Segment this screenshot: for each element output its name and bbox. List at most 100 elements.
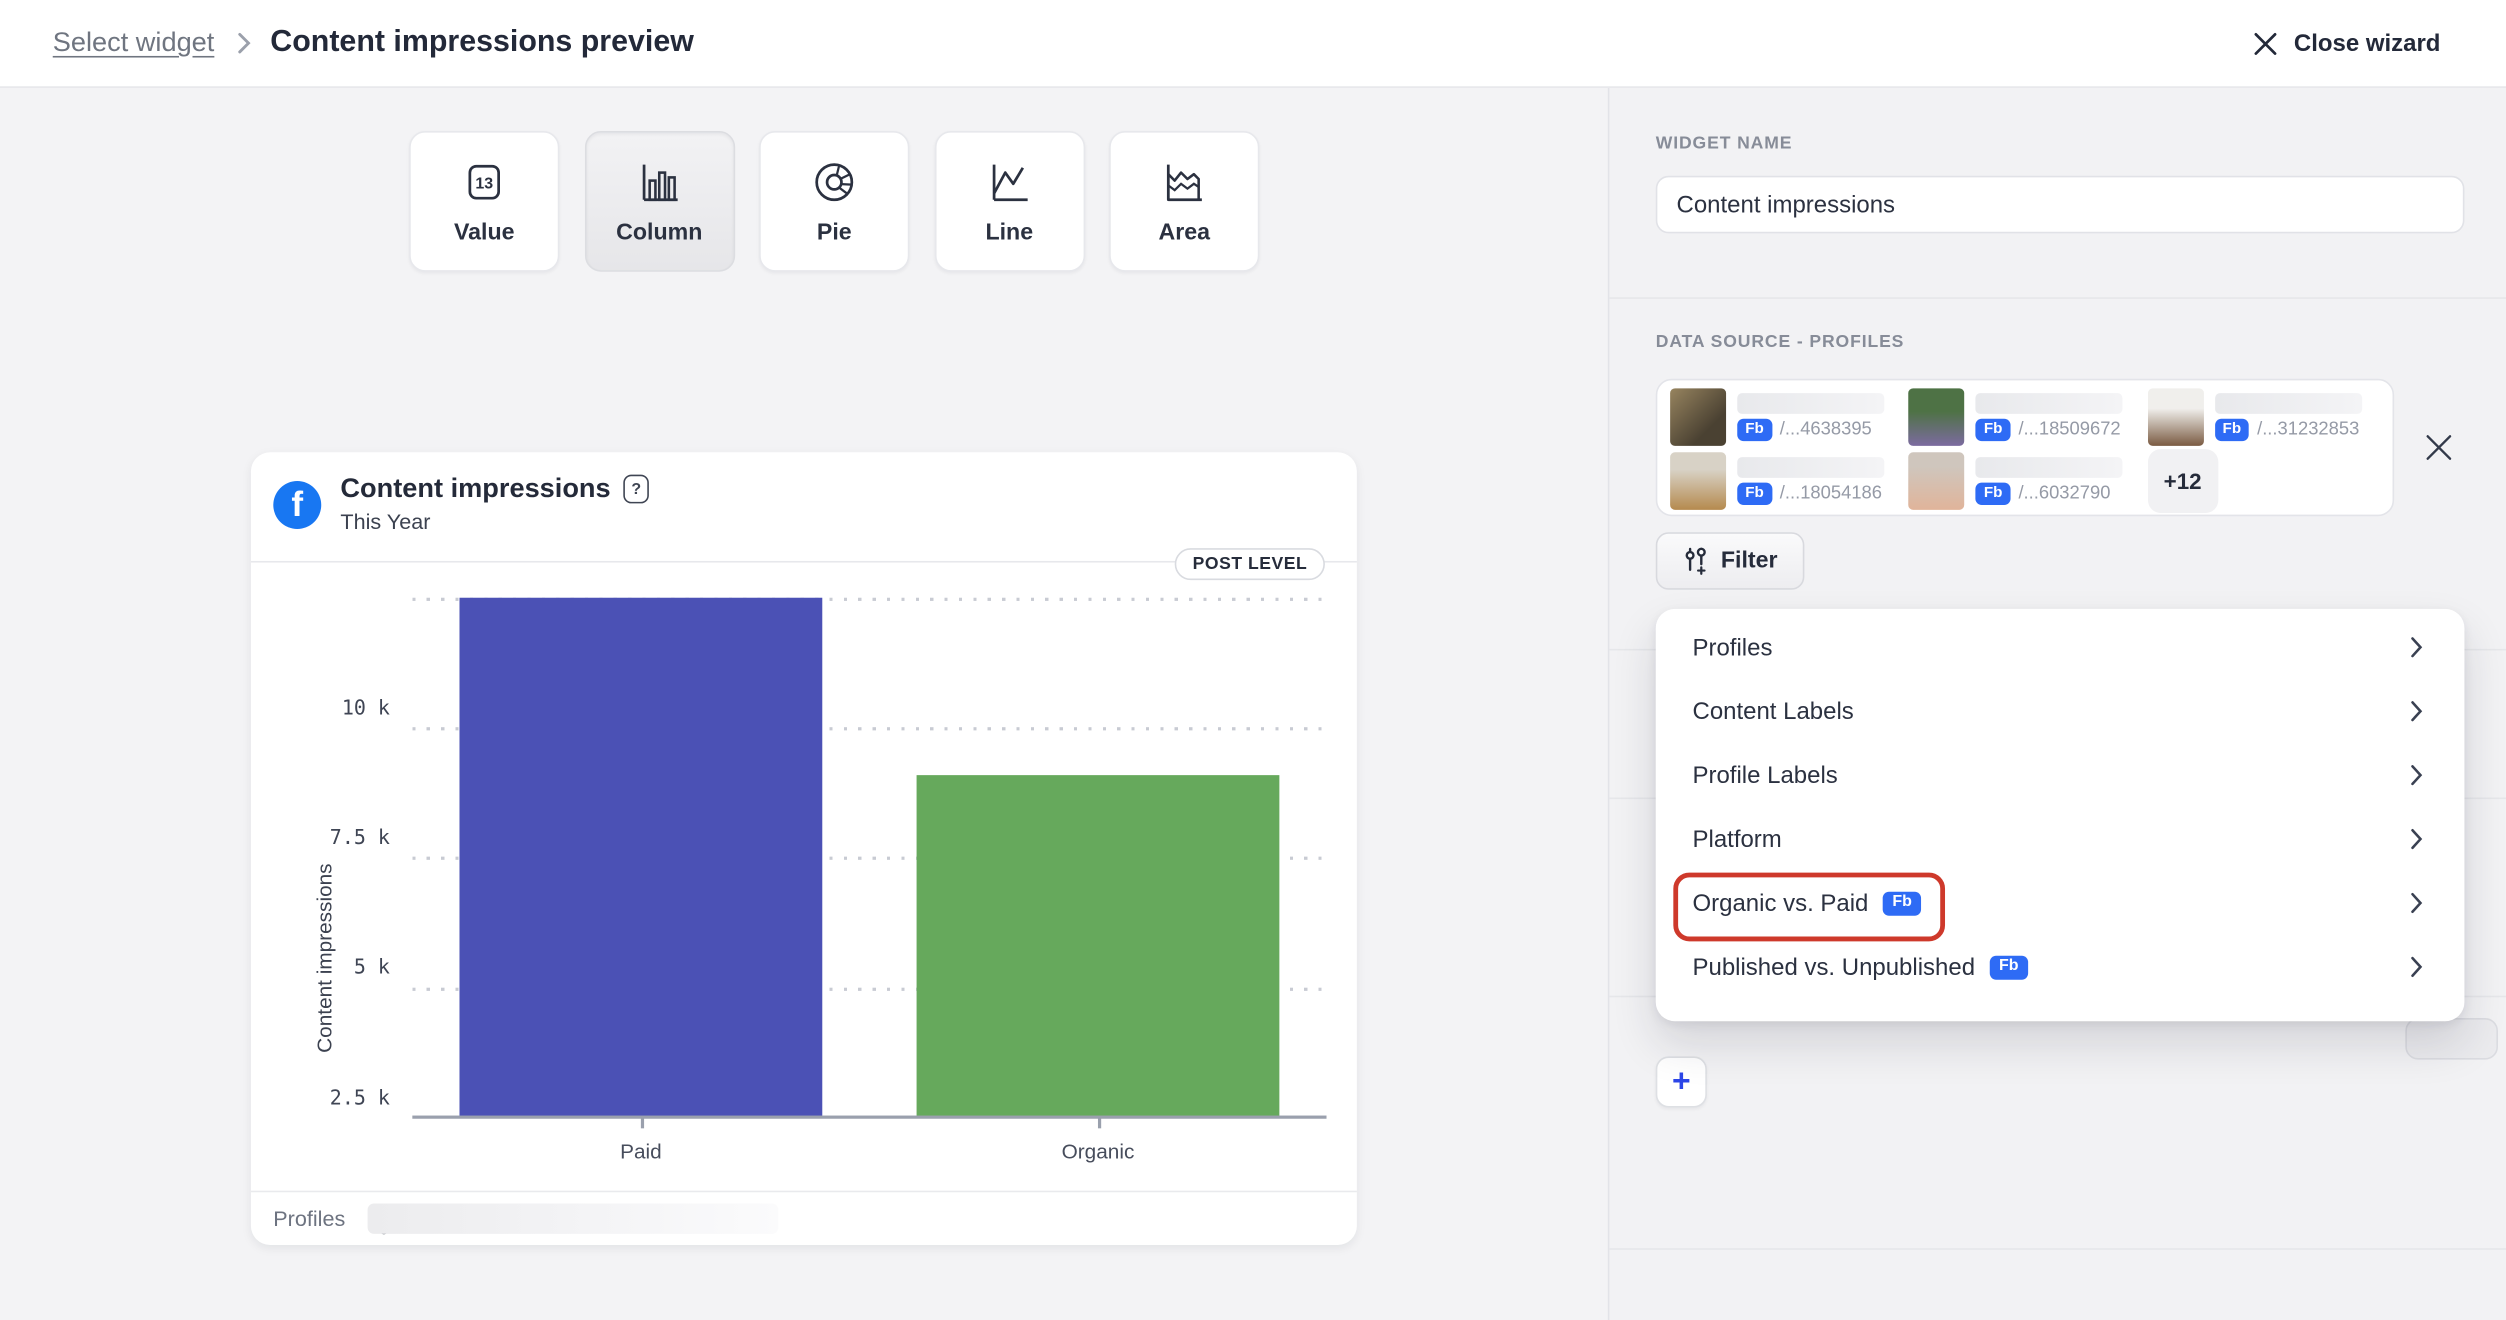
close-icon [2254,31,2278,55]
menu-item-profiles[interactable]: Profiles [1656,615,2465,679]
avatar [2147,388,2203,446]
filter-button-label: Filter [1721,548,1778,574]
facebook-icon: f [273,481,321,529]
x-axis-label: Organic [869,1140,1326,1164]
y-tick-label: 2.5 k [251,1085,390,1109]
widget-wizard-screen: Select widget Content impressions previe… [0,0,2506,1320]
facebook-badge: Fb [2215,419,2250,441]
widget-type-area[interactable]: Area [1109,131,1259,272]
profile-chips-container: Fb /...4638395 Fb /...18509672 Fb /...31232… [1656,379,2394,516]
name-skeleton [1976,394,2123,415]
chevron-right-icon [2410,764,2423,786]
filter-button[interactable]: Filter [1656,532,1805,590]
filter-dropdown-menu: Profiles Content Labels Profile Labels P… [1656,609,2465,1021]
widget-type-label: Pie [817,220,852,246]
chevron-right-icon [2410,956,2423,978]
filter-sliders-icon [1683,547,1710,576]
profile-chip[interactable]: Fb /...4638395 [1667,387,1906,448]
menu-item-published-vs-unpublished[interactable]: Published vs. Unpublished Fb [1656,935,2465,999]
y-tick-label: 10 k [251,695,390,719]
facebook-badge: Fb [1989,955,2028,979]
chart-preview-card: f Content impressions ? This Year POST L… [251,452,1357,1245]
page-title: Content impressions preview [270,26,694,61]
breadcrumb-chevron-icon [237,32,251,54]
chevron-right-icon [2410,636,2423,658]
widget-type-label: Column [616,220,702,246]
profile-chip[interactable]: Fb /...18054186 [1667,447,1906,514]
profile-id: /...18054186 [1780,484,1882,503]
chart-title: Content impressions [340,473,610,505]
svg-text:13: 13 [475,175,493,192]
pie-chart-icon [810,157,858,205]
facebook-badge: Fb [1737,483,1772,505]
widget-name-input[interactable] [1656,176,2465,234]
area-chart-icon [1160,157,1208,205]
widget-type-label: Line [985,220,1033,246]
menu-item-platform[interactable]: Platform [1656,807,2465,871]
y-tick-label: 7.5 k [251,825,390,849]
add-widget-section-button[interactable]: + [1656,1056,1707,1107]
chevron-right-icon [2410,892,2423,914]
column-chart-icon [635,157,683,205]
menu-item-content-labels[interactable]: Content Labels [1656,679,2465,743]
settings-panel: WIDGET NAME DATA SOURCE - PROFILES Fb/..… [1608,88,2506,1320]
profile-id: /...6032790 [2018,484,2110,503]
post-level-badge: POST LEVEL [1175,548,1325,580]
section-divider [1609,297,2506,299]
x-axis-label: Paid [412,1140,869,1164]
menu-item-organic-vs-paid[interactable]: Organic vs. Paid Fb [1656,871,2465,935]
x-tick [641,1117,643,1128]
bar-paid[interactable] [459,598,822,1117]
widget-name-label: WIDGET NAME [1656,134,1793,153]
plus-icon: + [1672,1066,1691,1098]
widget-type-label: Area [1159,220,1211,246]
chart-header: f Content impressions ? This Year [251,452,1357,562]
avatar [1670,388,1726,446]
facebook-badge: Fb [1976,419,2011,441]
more-profiles-chip[interactable]: +12 [2144,447,2383,514]
remove-data-source-icon[interactable] [2421,430,2456,465]
name-skeleton [1976,457,2123,478]
widget-type-value[interactable]: 13 Value [409,131,559,272]
name-skeleton [2215,394,2362,415]
chart-footer: Profiles [251,1191,1357,1245]
facebook-badge: Fb [1737,419,1772,441]
breadcrumb-back-link[interactable]: Select widget [53,27,215,59]
widget-type-line[interactable]: Line [934,131,1084,272]
footer-profiles-label: Profiles [273,1192,345,1245]
profile-chip[interactable]: Fb /...6032790 [1906,447,2145,514]
profile-chip[interactable]: Fb /...18509672 [1906,387,2145,448]
close-wizard-label: Close wizard [2294,30,2441,57]
widget-type-pie[interactable]: Pie [759,131,909,272]
profile-id: /...18509672 [2018,420,2120,439]
value-icon: 13 [460,157,508,205]
name-skeleton [1737,394,1884,415]
hidden-element-corner [2405,1018,2498,1060]
chevron-right-icon [2410,700,2423,722]
facebook-badge: Fb [1976,483,2011,505]
y-tick-label: 5 k [251,954,390,978]
bar-organic[interactable] [917,774,1280,1117]
top-bar: Select widget Content impressions previe… [0,0,2506,88]
line-chart-icon [985,157,1033,205]
widget-type-selector: 13 Value Column Pie Line Area [409,131,1259,272]
profile-id: /...31232853 [2257,420,2359,439]
plot-area: Paid Organic [412,598,1326,1117]
widget-type-column[interactable]: Column [584,131,734,272]
bar-chart: Content impressions 10 k 7.5 k 5 k 2.5 k… [251,563,1357,1137]
x-axis-line [412,1116,1326,1119]
avatar [1670,452,1726,510]
profile-id: /...4638395 [1780,420,1872,439]
avatar [1909,388,1965,446]
profiles-skeleton [368,1203,779,1233]
facebook-badge: Fb [1883,891,1922,915]
section-divider [1609,1248,2506,1250]
menu-item-profile-labels[interactable]: Profile Labels [1656,743,2465,807]
close-wizard-button[interactable]: Close wizard [2254,30,2441,57]
x-tick [1098,1117,1100,1128]
avatar [1909,452,1965,510]
help-icon[interactable]: ? [623,475,649,504]
name-skeleton [1737,457,1884,478]
profile-chip[interactable]: Fb /...31232853 [2144,387,2383,448]
chart-subtitle: This Year [340,510,649,534]
